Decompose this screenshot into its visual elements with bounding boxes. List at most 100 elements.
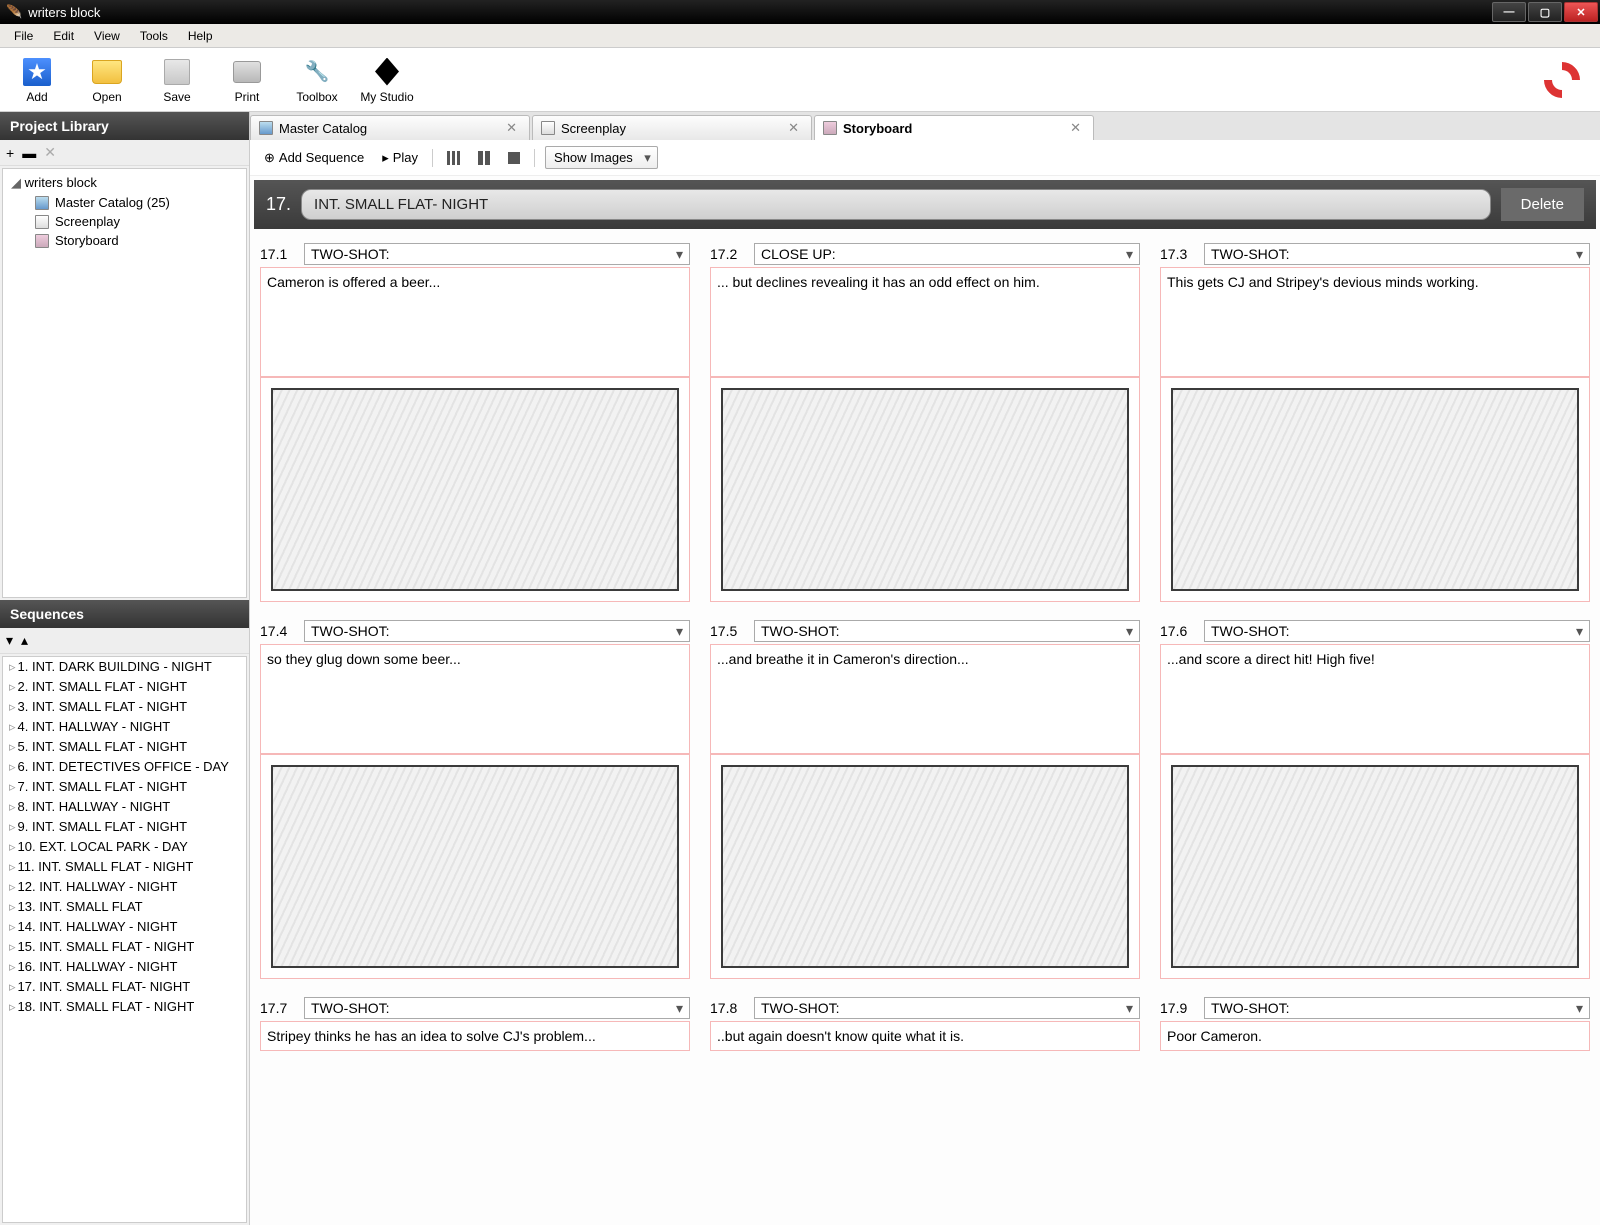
library-folder-icon[interactable]: ▬ [22,145,36,161]
close-icon[interactable]: ✕ [788,120,799,136]
document-tabs: Master Catalog✕ Screenplay✕ Storyboard✕ [250,112,1600,140]
panel-number: 17.1 [260,246,298,262]
library-toolbar: + ▬ ✕ [0,140,249,166]
storyboard-icon [823,121,837,135]
sequence-item[interactable]: 6. INT. DETECTIVES OFFICE - DAY [3,757,246,777]
panel-number: 17.2 [710,246,748,262]
library-delete-icon[interactable]: ✕ [44,144,56,161]
menu-help[interactable]: Help [178,26,223,46]
save-button[interactable]: Save [148,52,206,108]
window-maximize-button[interactable]: ▢ [1528,2,1562,22]
storyboard-panel: 17.1 TWO-SHOT: Cameron is offered a beer… [260,243,690,602]
sequence-item[interactable]: 13. INT. SMALL FLAT [3,897,246,917]
play-button[interactable]: ▸Play [378,148,422,168]
shot-type-select[interactable]: TWO-SHOT: [1204,997,1590,1019]
panel-image-frame[interactable] [260,754,690,979]
scene-delete-button[interactable]: Delete [1501,188,1584,221]
help-lifebuoy-icon[interactable] [1537,54,1588,105]
storyboard-grid[interactable]: 17.1 TWO-SHOT: Cameron is offered a beer… [250,233,1600,1225]
window-titlebar: 🪶writers block — ▢ ✕ [0,0,1600,24]
menu-edit[interactable]: Edit [43,26,84,46]
plus-icon: ⊕ [264,150,275,166]
project-tree[interactable]: writers block Master Catalog (25) Screen… [2,168,247,598]
sequence-item[interactable]: 15. INT. SMALL FLAT - NIGHT [3,937,246,957]
storyboard-panel: 17.8 TWO-SHOT: ..but again doesn't know … [710,997,1140,1051]
columns-icon [447,151,460,165]
sequence-item[interactable]: 11. INT. SMALL FLAT - NIGHT [3,857,246,877]
tab-storyboard[interactable]: Storyboard✕ [814,115,1094,140]
sequence-item[interactable]: 1. INT. DARK BUILDING - NIGHT [3,657,246,677]
window-minimize-button[interactable]: — [1492,2,1526,22]
close-icon[interactable]: ✕ [506,120,517,136]
window-close-button[interactable]: ✕ [1564,2,1598,22]
stop-button[interactable] [504,150,524,166]
panel-description[interactable]: Stripey thinks he has an idea to solve C… [260,1021,690,1051]
menu-tools[interactable]: Tools [130,26,178,46]
shot-type-select[interactable]: TWO-SHOT: [754,620,1140,642]
panel-description[interactable]: Poor Cameron. [1160,1021,1590,1051]
shot-type-select[interactable]: TWO-SHOT: [754,997,1140,1019]
sketch-image [271,388,679,591]
panel-description[interactable]: ...and score a direct hit! High five! [1160,644,1590,754]
sequence-item[interactable]: 18. INT. SMALL FLAT - NIGHT [3,997,246,1017]
panel-image-frame[interactable] [710,377,1140,602]
print-button[interactable]: Print [218,52,276,108]
menu-file[interactable]: File [4,26,43,46]
sequence-item[interactable]: 5. INT. SMALL FLAT - NIGHT [3,737,246,757]
panel-image-frame[interactable] [1160,377,1590,602]
sequence-item[interactable]: 12. INT. HALLWAY - NIGHT [3,877,246,897]
scene-header: 17. Delete [254,180,1596,229]
panel-description[interactable]: ... but declines revealing it has an odd… [710,267,1140,377]
scene-title-input[interactable] [301,189,1491,220]
sequence-item[interactable]: 10. EXT. LOCAL PARK - DAY [3,837,246,857]
tree-item-master-catalog[interactable]: Master Catalog (25) [7,193,242,212]
panel-image-frame[interactable] [1160,754,1590,979]
close-icon[interactable]: ✕ [1070,120,1081,136]
panel-description[interactable]: Cameron is offered a beer... [260,267,690,377]
open-button[interactable]: Open [78,52,136,108]
storyboard-icon [35,234,49,248]
sequence-item[interactable]: 2. INT. SMALL FLAT - NIGHT [3,677,246,697]
shot-type-select[interactable]: CLOSE UP: [754,243,1140,265]
shot-type-select[interactable]: TWO-SHOT: [1204,620,1590,642]
shot-type-select[interactable]: TWO-SHOT: [304,243,690,265]
pause-button[interactable] [474,149,494,167]
panel-description[interactable]: so they glug down some beer... [260,644,690,754]
storyboard-panel: 17.3 TWO-SHOT: This gets CJ and Stripey'… [1160,243,1590,602]
shot-type-select[interactable]: TWO-SHOT: [1204,243,1590,265]
sequence-item[interactable]: 17. INT. SMALL FLAT- NIGHT [3,977,246,997]
sequence-item[interactable]: 3. INT. SMALL FLAT - NIGHT [3,697,246,717]
panel-image-frame[interactable] [260,377,690,602]
toolbox-button[interactable]: 🔧Toolbox [288,52,346,108]
show-images-dropdown[interactable]: Show Images [545,146,658,169]
tree-item-screenplay[interactable]: Screenplay [7,212,242,231]
sequence-item[interactable]: 14. INT. HALLWAY - NIGHT [3,917,246,937]
shot-type-select[interactable]: TWO-SHOT: [304,997,690,1019]
sequence-expand-icon[interactable]: ▴ [21,632,28,649]
library-add-icon[interactable]: + [6,145,14,161]
tree-item-storyboard[interactable]: Storyboard [7,231,242,250]
sequence-item[interactable]: 9. INT. SMALL FLAT - NIGHT [3,817,246,837]
sequence-item[interactable]: 4. INT. HALLWAY - NIGHT [3,717,246,737]
columns-button[interactable] [443,149,464,167]
shot-type-select[interactable]: TWO-SHOT: [304,620,690,642]
left-sidebar: Project Library + ▬ ✕ writers block Mast… [0,112,250,1225]
mystudio-button[interactable]: My Studio [358,52,416,108]
tab-screenplay[interactable]: Screenplay✕ [532,115,812,140]
tree-root-project[interactable]: writers block [7,173,242,193]
sequences-list[interactable]: 1. INT. DARK BUILDING - NIGHT2. INT. SMA… [2,656,247,1223]
panel-description[interactable]: ..but again doesn't know quite what it i… [710,1021,1140,1051]
tab-master-catalog[interactable]: Master Catalog✕ [250,115,530,140]
panel-description[interactable]: ...and breathe it in Cameron's direction… [710,644,1140,754]
storyboard-panel: 17.9 TWO-SHOT: Poor Cameron. [1160,997,1590,1051]
add-sequence-button[interactable]: ⊕Add Sequence [260,148,368,168]
menu-view[interactable]: View [84,26,130,46]
panel-image-frame[interactable] [710,754,1140,979]
panel-description[interactable]: This gets CJ and Stripey's devious minds… [1160,267,1590,377]
add-button[interactable]: ★Add [8,52,66,108]
sequence-collapse-icon[interactable]: ▾ [6,632,13,649]
sequence-item[interactable]: 7. INT. SMALL FLAT - NIGHT [3,777,246,797]
sequence-item[interactable]: 8. INT. HALLWAY - NIGHT [3,797,246,817]
sequence-item[interactable]: 16. INT. HALLWAY - NIGHT [3,957,246,977]
panel-number: 17.7 [260,1000,298,1016]
